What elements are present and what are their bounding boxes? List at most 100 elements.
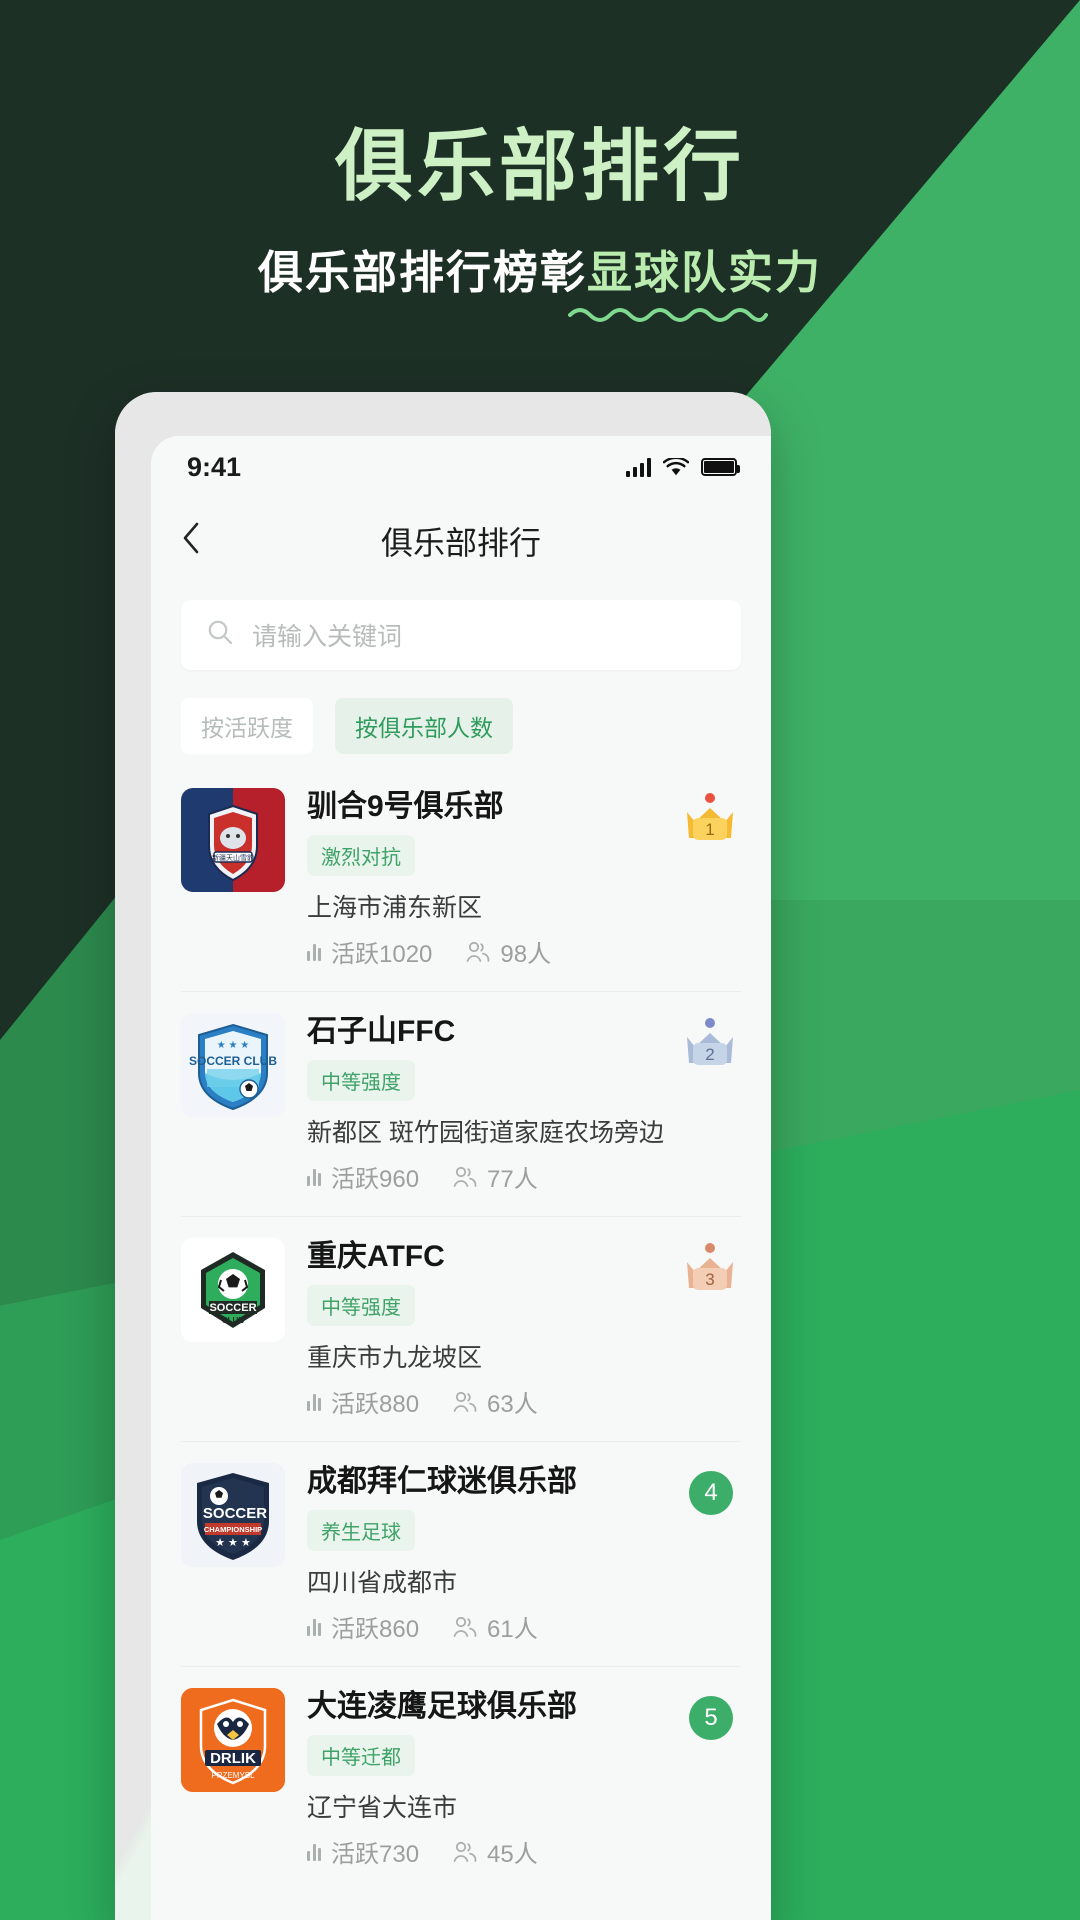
poster-background: 俱乐部排行 俱乐部排行榜彰显球队实力 9:41 俱乐部排行 请输入关键词 按活跃… bbox=[0, 0, 1080, 1920]
club-stats: 活跃730 45人 bbox=[307, 1834, 741, 1869]
rank-number: 4 bbox=[689, 1471, 733, 1515]
people-icon bbox=[467, 941, 490, 962]
club-info: 大连凌鹰足球俱乐部 中等迁都 辽宁省大连市 活跃730 45人 bbox=[307, 1688, 741, 1869]
phone-screen: 9:41 俱乐部排行 请输入关键词 按活跃度 按俱乐部人数 新疆天山雪豹 驯合9… bbox=[151, 436, 771, 1920]
club-location: 新都区 斑竹园街道家庭农场旁边 bbox=[307, 1119, 664, 1147]
club-members-stat: 98人 bbox=[466, 934, 551, 969]
svg-text:★ ★ ★: ★ ★ ★ bbox=[217, 1040, 249, 1051]
club-logo: DRLIK PRZEMYSL bbox=[181, 1688, 285, 1792]
club-logo: SOCCER CHAMPIONSHIP ★ ★ ★ bbox=[181, 1463, 285, 1567]
svg-text:★ ★ ★: ★ ★ ★ bbox=[215, 1537, 251, 1549]
club-tag: 激烈对抗 bbox=[307, 835, 415, 876]
activity-bars-icon bbox=[307, 943, 321, 961]
club-info: 驯合9号俱乐部 激烈对抗 上海市浦东新区 活跃1020 98人 bbox=[307, 788, 741, 969]
search-input[interactable]: 请输入关键词 bbox=[181, 600, 741, 670]
poster-subheadline-highlight: 显球队实力 bbox=[587, 246, 823, 298]
club-logo: ★ ★ ★ SOCCER CLUB bbox=[181, 1013, 285, 1117]
table-row[interactable]: SOCCER CLUB 重庆ATFC 中等强度 重庆市九龙坡区 活跃880 63… bbox=[151, 1216, 771, 1441]
svg-text:CHAMPIONSHIP: CHAMPIONSHIP bbox=[204, 1525, 262, 1534]
rank-badge: 1 bbox=[681, 792, 739, 846]
svg-text:SOCCER: SOCCER bbox=[209, 1302, 256, 1314]
club-activity-stat: 活跃880 bbox=[307, 1384, 419, 1419]
status-bar: 9:41 bbox=[151, 436, 771, 498]
search-placeholder: 请输入关键词 bbox=[252, 623, 403, 651]
club-activity-value: 活跃730 bbox=[331, 1841, 420, 1868]
status-bar-icons bbox=[626, 456, 740, 477]
club-activity-value: 活跃860 bbox=[331, 1616, 420, 1643]
rank-number: 2 bbox=[705, 1045, 714, 1064]
battery-icon bbox=[701, 458, 740, 476]
club-members-value: 77人 bbox=[487, 1166, 538, 1193]
poster-subheadline: 俱乐部排行榜彰显球队实力 bbox=[257, 236, 823, 322]
wifi-icon bbox=[662, 456, 690, 477]
activity-bars-icon bbox=[307, 1843, 321, 1861]
activity-bars-icon bbox=[307, 1618, 321, 1636]
table-row[interactable]: 新疆天山雪豹 驯合9号俱乐部 激烈对抗 上海市浦东新区 活跃1020 98人 1 bbox=[151, 766, 771, 991]
club-name: 驯合9号俱乐部 bbox=[307, 790, 504, 823]
club-members-stat: 61人 bbox=[453, 1609, 538, 1644]
crown-silver-icon: 2 bbox=[687, 1018, 733, 1065]
club-location: 重庆市九龙坡区 bbox=[307, 1344, 483, 1372]
svg-text:SOCCER CLUB: SOCCER CLUB bbox=[189, 1054, 277, 1068]
club-location: 四川省成都市 bbox=[307, 1569, 458, 1597]
app-header: 俱乐部排行 bbox=[151, 498, 771, 584]
people-icon bbox=[453, 1841, 477, 1862]
soccer-club-blue-shield-icon: ★ ★ ★ SOCCER CLUB bbox=[181, 1013, 285, 1117]
filter-chip-member-count[interactable]: 按俱乐部人数 bbox=[335, 698, 513, 754]
club-stats: 活跃960 77人 bbox=[307, 1159, 741, 1194]
club-tag: 中等迁都 bbox=[307, 1735, 415, 1776]
club-members-stat: 63人 bbox=[453, 1384, 538, 1419]
rank-badge: 4 bbox=[681, 1467, 739, 1521]
status-bar-time: 9:41 bbox=[187, 451, 242, 482]
soccer-club-green-hex-icon: SOCCER CLUB bbox=[181, 1238, 285, 1342]
club-tag: 中等强度 bbox=[307, 1060, 415, 1101]
rank-number: 1 bbox=[705, 820, 714, 839]
club-activity-value: 活跃880 bbox=[331, 1391, 420, 1418]
filter-chip-activity[interactable]: 按活跃度 bbox=[181, 698, 313, 754]
chevron-left-icon bbox=[183, 522, 199, 554]
club-members-value: 98人 bbox=[500, 941, 552, 968]
club-name: 大连凌鹰足球俱乐部 bbox=[307, 1690, 577, 1723]
xinjiang-tianshan-leopard-crest-icon: 新疆天山雪豹 bbox=[181, 788, 285, 892]
soccer-championship-navy-shield-icon: SOCCER CHAMPIONSHIP ★ ★ ★ bbox=[181, 1463, 285, 1567]
table-row[interactable]: SOCCER CHAMPIONSHIP ★ ★ ★ 成都拜仁球迷俱乐部 养生足球… bbox=[151, 1441, 771, 1666]
page-title: 俱乐部排行 bbox=[380, 525, 541, 561]
club-location: 上海市浦东新区 bbox=[307, 894, 483, 922]
club-members-value: 61人 bbox=[487, 1616, 538, 1643]
club-info: 重庆ATFC 中等强度 重庆市九龙坡区 活跃880 63人 bbox=[307, 1238, 741, 1419]
club-members-stat: 45人 bbox=[453, 1834, 538, 1869]
wavy-underline-icon bbox=[568, 307, 769, 322]
phone-mockup: 9:41 俱乐部排行 请输入关键词 按活跃度 按俱乐部人数 新疆天山雪豹 驯合9… bbox=[115, 392, 771, 1920]
poster-subheadline-plain: 俱乐部排行榜彰 bbox=[257, 246, 587, 298]
club-location: 辽宁省大连市 bbox=[307, 1794, 458, 1822]
activity-bars-icon bbox=[307, 1168, 321, 1186]
club-members-stat: 77人 bbox=[453, 1159, 538, 1194]
club-logo: 新疆天山雪豹 bbox=[181, 788, 285, 892]
club-stats: 活跃860 61人 bbox=[307, 1609, 741, 1644]
club-info: 石子山FFC 中等强度 新都区 斑竹园街道家庭农场旁边 活跃960 77人 bbox=[307, 1013, 741, 1194]
table-row[interactable]: DRLIK PRZEMYSL 大连凌鹰足球俱乐部 中等迁都 辽宁省大连市 活跃7… bbox=[151, 1666, 771, 1891]
svg-text:DRLIK: DRLIK bbox=[210, 1750, 256, 1767]
svg-text:新疆天山雪豹: 新疆天山雪豹 bbox=[212, 853, 254, 862]
club-activity-stat: 活跃1020 bbox=[307, 934, 432, 969]
club-name: 石子山FFC bbox=[307, 1015, 456, 1048]
cellular-signal-icon bbox=[626, 457, 651, 477]
svg-text:PRZEMYSL: PRZEMYSL bbox=[211, 1771, 255, 1780]
club-activity-stat: 活跃860 bbox=[307, 1609, 419, 1644]
activity-bars-icon bbox=[307, 1393, 321, 1411]
club-logo: SOCCER CLUB bbox=[181, 1238, 285, 1342]
drlik-eagle-orange-crest-icon: DRLIK PRZEMYSL bbox=[181, 1688, 285, 1792]
club-name: 成都拜仁球迷俱乐部 bbox=[307, 1465, 577, 1498]
club-activity-value: 活跃1020 bbox=[331, 941, 433, 968]
club-name: 重庆ATFC bbox=[307, 1240, 445, 1273]
club-ranking-list: 新疆天山雪豹 驯合9号俱乐部 激烈对抗 上海市浦东新区 活跃1020 98人 1… bbox=[151, 766, 771, 1891]
rank-number: 3 bbox=[705, 1270, 714, 1289]
crown-bronze-icon: 3 bbox=[687, 1243, 733, 1290]
search-icon bbox=[207, 619, 234, 651]
poster-headline: 俱乐部排行 bbox=[334, 122, 745, 210]
crown-gold-icon: 1 bbox=[687, 793, 733, 840]
back-button[interactable] bbox=[181, 521, 221, 561]
club-tag: 养生足球 bbox=[307, 1510, 415, 1551]
people-icon bbox=[453, 1391, 477, 1412]
table-row[interactable]: ★ ★ ★ SOCCER CLUB 石子山FFC 中等强度 新都区 斑竹园街道家… bbox=[151, 991, 771, 1216]
